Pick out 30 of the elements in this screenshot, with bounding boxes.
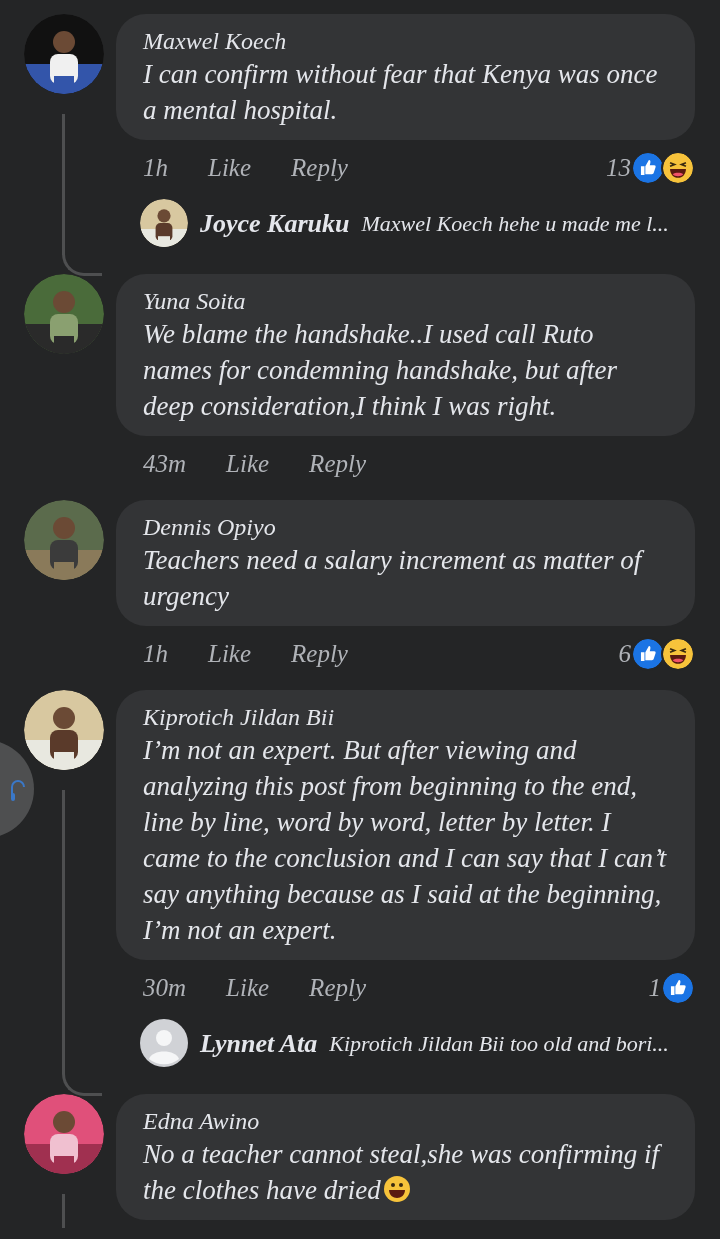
- reply-author[interactable]: Joyce Karuku: [200, 203, 350, 243]
- reply-preview: Maxwel Koech hehe u made me l...: [361, 209, 669, 238]
- like-button[interactable]: Like: [226, 445, 270, 483]
- like-button[interactable]: Like: [208, 635, 252, 673]
- comment-author: Edna Awino: [143, 1107, 261, 1136]
- reaction-count: 6: [618, 639, 631, 670]
- comment-text: Teachers need a salary increment as matter of urgency: [143, 542, 668, 614]
- comment-time: 1h: [143, 639, 168, 670]
- comment-text: No a teacher cannot steal,she was confirming if the clothes have dried: [143, 1136, 668, 1208]
- comment-author: Maxwel Koech: [143, 27, 288, 56]
- reaction-count: 1: [648, 973, 661, 1004]
- comment-time: 43m: [143, 449, 187, 480]
- reply-button[interactable]: Reply: [291, 635, 348, 673]
- comment-time: 1h: [143, 153, 168, 184]
- comment-text: I’m not an expert. But after viewing and analyzing this post from beginning to the end, line by line, word by word, letter by letter. I came to the conclusion and I can say that I can’t say anything because as I said at the beginning, I’m not an expert.: [143, 734, 668, 947]
- comment-author: Kiprotich Jildan Bii: [143, 703, 336, 732]
- comment-author: Dennis Opiyo: [143, 513, 277, 542]
- reply-button[interactable]: Reply: [309, 445, 367, 483]
- comment-author: Yuna Soita: [143, 287, 247, 316]
- comment-time: 30m: [143, 973, 187, 1004]
- comment-text: I can confirm without fear that Kenya was once a mental hospital.: [143, 58, 659, 127]
- reply-button[interactable]: Reply: [291, 149, 348, 187]
- reaction-count: 13: [606, 153, 631, 184]
- like-button[interactable]: Like: [208, 149, 252, 187]
- like-button[interactable]: Like: [226, 969, 270, 1007]
- comment-text: We blame the handshake..I used call Ruto names for condemning handshake, but after deep consideration,I think I was right.: [143, 318, 618, 423]
- reply-button[interactable]: Reply: [309, 969, 367, 1007]
- reply-author[interactable]: Lynnet Ata: [200, 1023, 318, 1063]
- default-avatar-icon: [140, 1019, 188, 1067]
- reply-preview: Kiprotich Jildan Bii too old and bori...: [329, 1029, 669, 1058]
